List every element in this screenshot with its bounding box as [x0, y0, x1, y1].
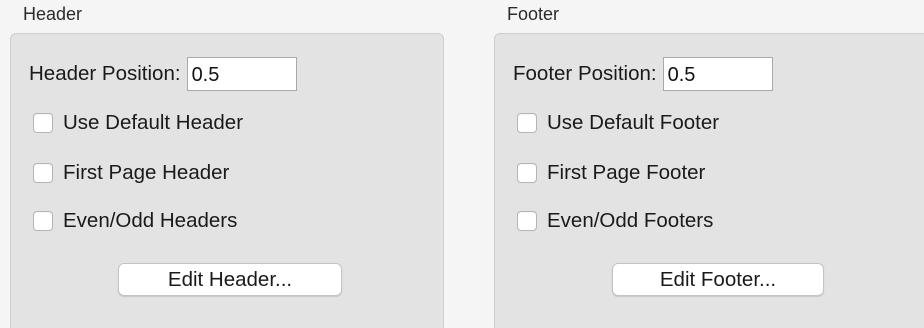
even-odd-footers-label[interactable]: Even/Odd Footers: [547, 205, 713, 237]
even-odd-headers-label[interactable]: Even/Odd Headers: [63, 205, 237, 237]
use-default-footer-checkbox[interactable]: [517, 113, 537, 133]
even-odd-headers-checkbox[interactable]: [33, 211, 53, 231]
footer-group: Footer Footer Position: Use Default Foot…: [484, 0, 924, 328]
first-page-header-checkbox[interactable]: [33, 163, 53, 183]
footer-position-label: Footer Position:: [513, 62, 657, 85]
header-position-input[interactable]: [186, 57, 297, 91]
first-page-footer-option[interactable]: First Page Footer: [517, 157, 705, 189]
header-position-label: Header Position:: [29, 62, 181, 85]
footer-position-row: Footer Position:: [513, 56, 773, 92]
use-default-footer-label[interactable]: Use Default Footer: [547, 107, 719, 139]
edit-header-button[interactable]: Edit Header...: [118, 263, 342, 296]
header-group: Header Header Position: Use Default Head…: [0, 0, 452, 328]
use-default-header-label[interactable]: Use Default Header: [63, 107, 243, 139]
header-group-title: Header: [23, 4, 83, 24]
use-default-footer-option[interactable]: Use Default Footer: [517, 107, 719, 139]
first-page-footer-checkbox[interactable]: [517, 163, 537, 183]
footer-group-box: Footer Position: Use Default Footer Firs…: [494, 33, 924, 328]
first-page-header-option[interactable]: First Page Header: [33, 157, 229, 189]
even-odd-footers-option[interactable]: Even/Odd Footers: [517, 205, 713, 237]
footer-group-title: Footer: [507, 4, 560, 24]
use-default-header-checkbox[interactable]: [33, 113, 53, 133]
first-page-footer-label[interactable]: First Page Footer: [547, 157, 705, 189]
edit-footer-button[interactable]: Edit Footer...: [612, 263, 824, 296]
header-group-box: Header Position: Use Default Header Firs…: [10, 33, 444, 328]
header-position-row: Header Position:: [29, 56, 297, 92]
first-page-header-label[interactable]: First Page Header: [63, 157, 229, 189]
page-setup-panel: Header Header Position: Use Default Head…: [0, 0, 924, 328]
use-default-header-option[interactable]: Use Default Header: [33, 107, 243, 139]
even-odd-headers-option[interactable]: Even/Odd Headers: [33, 205, 237, 237]
even-odd-footers-checkbox[interactable]: [517, 211, 537, 231]
footer-position-input[interactable]: [662, 57, 773, 91]
